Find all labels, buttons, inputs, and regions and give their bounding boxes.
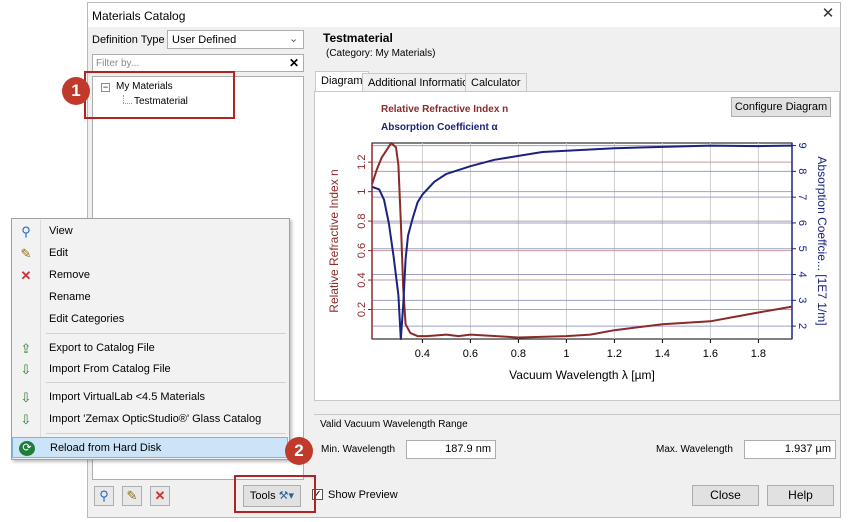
max-wavelength-label: Max. Wavelength	[656, 444, 733, 455]
y2-tick-label: 8	[796, 168, 808, 174]
show-preview-label: Show Preview	[328, 489, 398, 501]
window-close-button[interactable]: ✕	[818, 4, 838, 24]
highlight-box-tree	[84, 71, 235, 119]
view-icon: ⚲	[21, 224, 31, 239]
remove-icon[interactable]: ✕	[150, 486, 170, 506]
filter-placeholder: Filter by...	[96, 58, 140, 69]
y-tick-label: 0.8	[356, 213, 368, 228]
y2-tick-label: 4	[796, 271, 808, 277]
x-axis-label: Vacuum Wavelength λ [µm]	[509, 368, 655, 382]
tab-diagram[interactable]: Diagram	[315, 71, 369, 92]
menu-separator	[46, 382, 286, 383]
y-tick-label: 0.2	[356, 302, 368, 317]
min-wavelength-label: Min. Wavelength	[321, 444, 396, 455]
close-button[interactable]: Close	[692, 485, 759, 506]
chevron-down-icon: ⌄	[289, 33, 299, 45]
x-tick-label: 1.2	[607, 348, 622, 360]
export-icon: ⇪	[20, 341, 32, 356]
max-wavelength-field[interactable]: 1.937 µm	[744, 440, 836, 459]
x-tick-label: 1	[563, 348, 569, 360]
y-tick-label: 0.6	[356, 243, 368, 258]
legend-absorption: Absorption Coefficient α	[381, 122, 498, 133]
menu-separator	[46, 433, 286, 434]
range-title: Valid Vacuum Wavelength Range	[320, 419, 468, 430]
pencil-icon: ✎	[20, 246, 32, 261]
remove-icon: ✕	[20, 268, 32, 283]
menu-item-edit[interactable]: ✎ Edit	[12, 243, 288, 264]
menu-item-edit-categories[interactable]: Edit Categories	[12, 309, 288, 330]
tab-calculator[interactable]: Calculator	[465, 73, 527, 92]
material-name: Testmaterial	[323, 31, 393, 45]
tab-additional-information[interactable]: Additional Information	[362, 73, 481, 92]
y2-tick-label: 6	[796, 220, 808, 226]
y-tick-label: 0.4	[356, 272, 368, 287]
x-tick-label: 0.4	[415, 348, 430, 360]
left-axis-ticks: 0.2 0.4 0.6 0.8 1 1.2	[356, 155, 372, 317]
y2-tick-label: 7	[796, 194, 808, 200]
y2-tick-label: 5	[796, 246, 808, 252]
x-tick-label: 1.4	[655, 348, 670, 360]
help-button[interactable]: Help	[767, 485, 834, 506]
chart-grid	[371, 142, 793, 340]
menu-item-rename[interactable]: Rename	[12, 287, 288, 308]
y2-axis-label: Absorption Coeffcie... [1E7 1/m]	[815, 156, 829, 325]
import-icon: ⇩	[20, 362, 32, 377]
menu-item-import-virtuallab[interactable]: ⇩ Import VirtualLab <4.5 Materials	[12, 387, 288, 408]
menu-item-view[interactable]: ⚲ View	[12, 221, 288, 242]
configure-diagram-button[interactable]: Configure Diagram	[731, 97, 831, 117]
callout-badge-2: 2	[285, 437, 313, 465]
definition-type-label: Definition Type	[92, 34, 165, 46]
x-tick-label: 0.8	[511, 348, 526, 360]
view-icon[interactable]: ⚲	[94, 486, 114, 506]
y2-tick-label: 3	[796, 297, 808, 303]
clear-filter-icon[interactable]: ✕	[289, 56, 299, 70]
title-bar	[88, 3, 840, 27]
edit-icon[interactable]: ✎	[122, 486, 142, 506]
min-wavelength-field[interactable]: 187.9 nm	[406, 440, 496, 459]
dispersion-chart: 0.2 0.4 0.6 0.8 1 1.2 2 3 4 5 6 7 8 9 0.4 0.6 0.8 1 1.2 1…	[327, 142, 829, 382]
right-axis-ticks: 2 3 4 5 6 7 8 9	[792, 143, 808, 329]
y-axis-label: Relative Refractive Index n	[327, 169, 341, 312]
menu-item-reload[interactable]: ⟳ Reload from Hard Disk	[12, 437, 288, 458]
definition-type-value: User Defined	[172, 34, 237, 46]
menu-item-import-catalog[interactable]: ⇩ Import From Catalog File	[12, 359, 288, 380]
x-tick-label: 0.6	[463, 348, 478, 360]
menu-separator	[46, 333, 286, 334]
y-tick-label: 1.2	[356, 155, 368, 170]
callout-badge-1: 1	[62, 77, 90, 105]
legend-refractive-index: Relative Refractive Index n	[381, 104, 509, 115]
import-icon: ⇩	[20, 390, 32, 405]
definition-type-select[interactable]: User Defined ⌄	[167, 30, 304, 49]
y2-tick-label: 9	[796, 143, 808, 149]
menu-item-remove[interactable]: ✕ Remove	[12, 265, 288, 286]
highlight-box-tools	[234, 475, 316, 513]
y-tick-label: 1	[356, 189, 368, 195]
material-category: (Category: My Materials)	[326, 48, 436, 59]
menu-item-export-catalog[interactable]: ⇪ Export to Catalog File	[12, 338, 288, 359]
window-title: Materials Catalog	[92, 9, 186, 23]
x-axis-ticks: 0.4 0.6 0.8 1 1.2 1.4 1.6 1.8	[415, 339, 766, 360]
y2-tick-label: 2	[796, 323, 808, 329]
reload-icon: ⟳	[19, 441, 35, 456]
import-icon: ⇩	[20, 412, 32, 427]
filter-input[interactable]: Filter by... ✕	[92, 54, 304, 72]
x-tick-label: 1.8	[751, 348, 766, 360]
x-tick-label: 1.6	[703, 348, 718, 360]
menu-item-import-zemax[interactable]: ⇩ Import 'Zemax OpticStudio®' Glass Catal…	[12, 409, 288, 430]
